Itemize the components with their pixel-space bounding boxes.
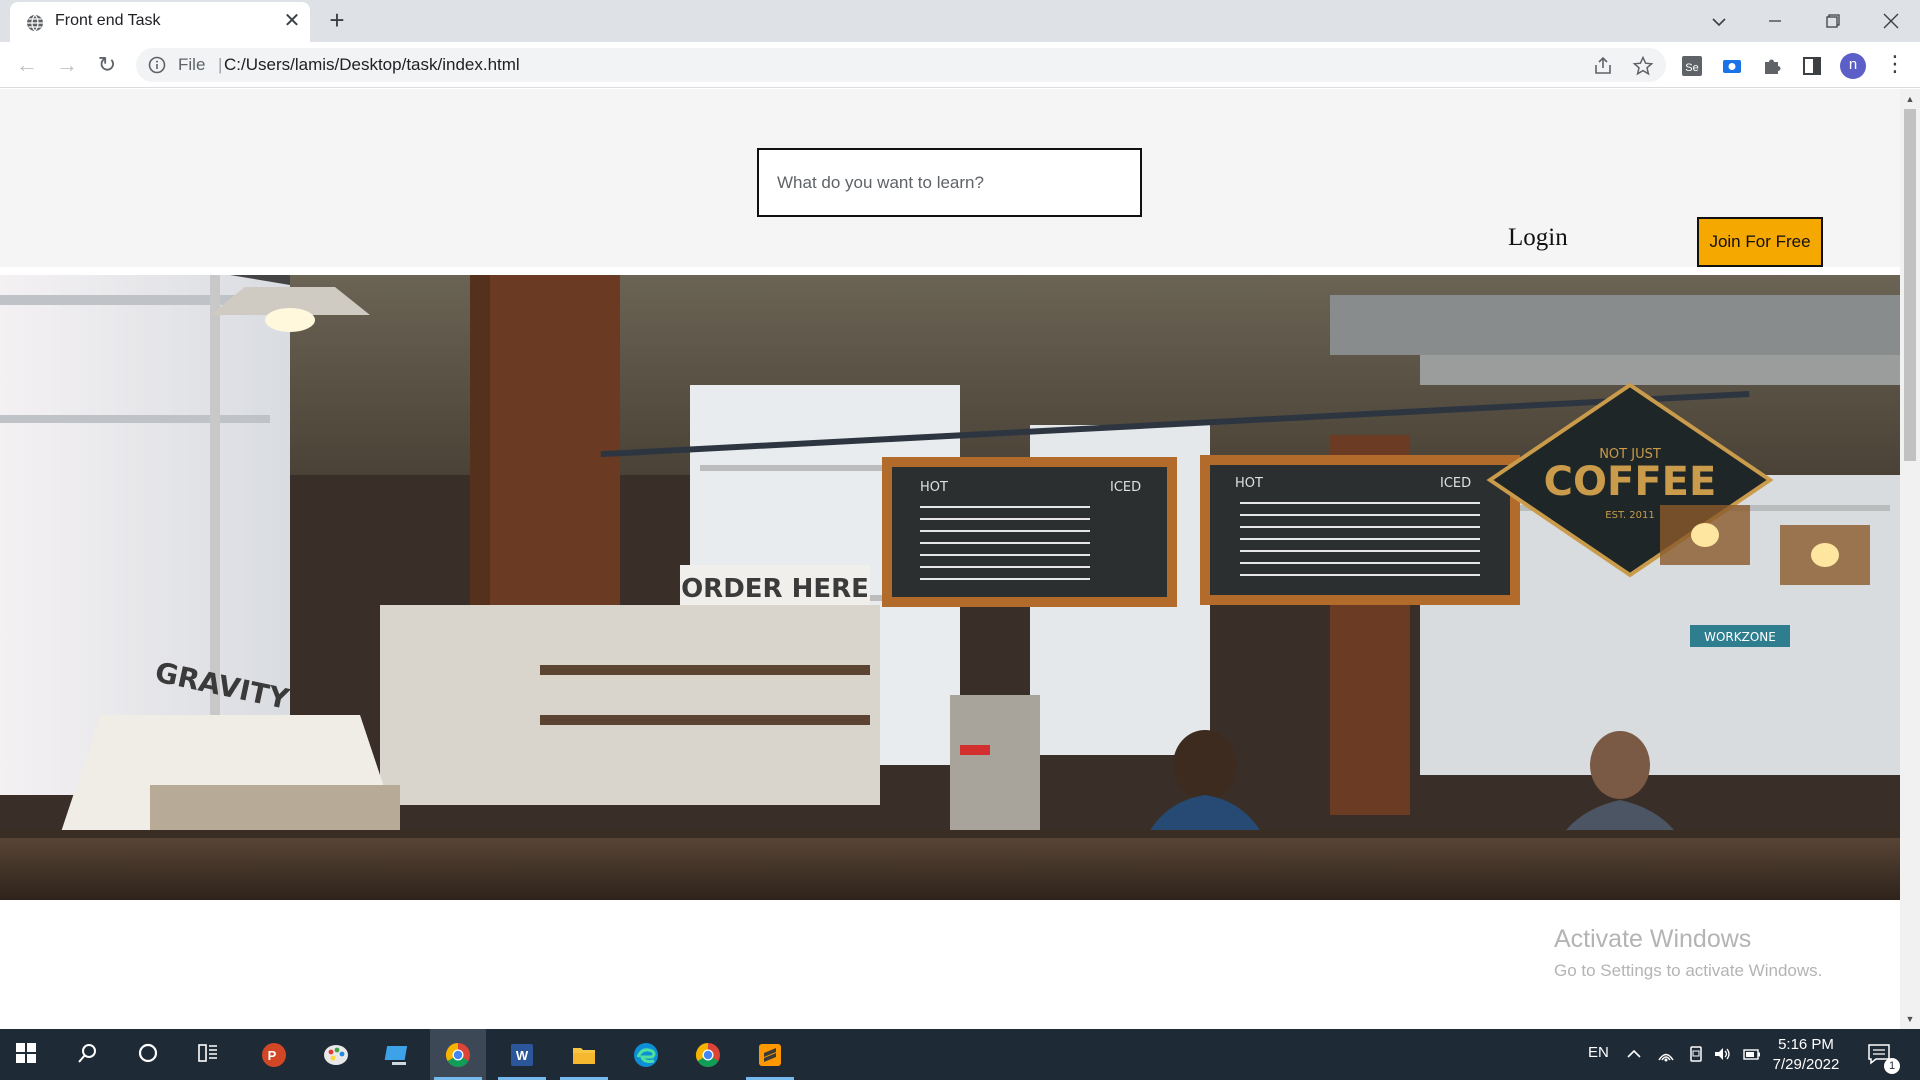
scroll-down-arrow[interactable]: ▼ [1900, 1011, 1920, 1027]
address-bar[interactable]: File | C:/Users/lamis/Desktop/task/index… [136, 48, 1666, 82]
screen-capture-extension-icon[interactable] [1720, 54, 1744, 78]
back-icon[interactable]: ← [12, 50, 42, 80]
brand-main-text: COFFEE [1544, 459, 1717, 505]
windows-taskbar: P W EN 5:16 PM 7/29/2022 1 [0, 1029, 1920, 1080]
restore-icon[interactable] [1810, 6, 1856, 36]
menu-hot-label-2: HOT [1235, 476, 1263, 491]
profile-initial: n [1848, 56, 1858, 73]
svg-text:W: W [516, 1048, 529, 1063]
bookmark-star-icon[interactable] [1632, 55, 1654, 77]
chrome-icon [695, 1043, 720, 1068]
menu-iced-label-2: ICED [1440, 476, 1471, 491]
tab-strip: Front end Task ✕ + [0, 0, 1920, 42]
scheme-label: File [178, 55, 206, 74]
monitor-app-icon [384, 1046, 408, 1065]
coffee-shop-photo: ORDER HERE HOT ICED HOT ICED NOT JUST CO… [0, 275, 1900, 900]
word-app[interactable]: W [494, 1029, 550, 1080]
login-link[interactable]: Login [1508, 224, 1568, 252]
tab-title: Front end Task [55, 12, 161, 29]
search-input[interactable] [777, 150, 1117, 215]
volume-icon[interactable] [1712, 1044, 1732, 1064]
workzone-sign: WORKZONE [1704, 630, 1776, 644]
paint-palette-icon [324, 1045, 348, 1065]
file-explorer-app[interactable] [556, 1029, 612, 1080]
svg-text:P: P [268, 1048, 277, 1063]
activate-windows-subtitle: Go to Settings to activate Windows. [1554, 961, 1823, 980]
tab-close-icon[interactable]: ✕ [282, 11, 302, 31]
cortana-button[interactable] [122, 1029, 178, 1080]
brand-est-text: EST. 2011 [1605, 510, 1654, 521]
desktop-app[interactable] [370, 1029, 426, 1080]
share-icon[interactable] [1592, 55, 1614, 77]
menu-kebab-icon[interactable]: ⋮ [1884, 51, 1906, 77]
chevron-up-icon[interactable] [1624, 1044, 1644, 1064]
extensions-puzzle-icon[interactable] [1760, 54, 1784, 78]
browser-tab[interactable]: Front end Task ✕ [10, 2, 310, 42]
side-panel-icon[interactable] [1800, 54, 1824, 78]
close-window-icon[interactable] [1868, 6, 1914, 36]
task-view-button[interactable] [182, 1029, 238, 1080]
scheme-separator: | [218, 55, 223, 74]
sublime-text-app[interactable] [742, 1029, 798, 1080]
folder-icon [573, 1048, 595, 1064]
activate-windows-title: Activate Windows [1554, 925, 1752, 953]
device-icon[interactable] [1686, 1044, 1706, 1064]
browser-toolbar: ← → ↻ File | C:/Users/lamis/Desktop/task… [0, 42, 1920, 88]
info-icon[interactable] [148, 56, 166, 74]
menu-hot-label-1: HOT [920, 480, 948, 495]
search-box[interactable] [757, 148, 1142, 217]
task-view-icon [198, 1044, 217, 1062]
minimize-icon[interactable] [1752, 6, 1798, 36]
selenium-extension-icon[interactable]: Se [1680, 54, 1704, 78]
order-here-sign: ORDER HERE [681, 574, 869, 604]
edge-app[interactable] [618, 1029, 674, 1080]
search-icon [78, 1044, 96, 1063]
cortana-circle-icon [138, 1043, 158, 1063]
menu-iced-label-1: ICED [1110, 480, 1141, 495]
word-icon: W [511, 1044, 533, 1066]
scroll-up-arrow[interactable]: ▲ [1900, 91, 1920, 107]
taskbar-search-button[interactable] [62, 1029, 118, 1080]
powerpoint-app[interactable]: P [246, 1029, 302, 1080]
clock-time[interactable]: 5:16 PM [1766, 1036, 1846, 1053]
site-header: Login Join For Free [0, 89, 1900, 267]
reload-icon[interactable]: ↻ [92, 50, 122, 80]
new-tab-icon[interactable]: + [324, 7, 350, 34]
page-viewport: Login Join For Free [0, 89, 1900, 1029]
forward-icon[interactable]: → [52, 50, 82, 80]
chrome-alt-app[interactable] [680, 1029, 736, 1080]
page-scrollbar[interactable]: ▲ ▼ [1900, 89, 1920, 1029]
language-indicator[interactable]: EN [1588, 1044, 1609, 1061]
svg-text:Se: Se [1685, 62, 1698, 74]
join-for-free-button[interactable]: Join For Free [1697, 217, 1823, 267]
powerpoint-icon: P [262, 1043, 286, 1067]
tab-search-chevron-icon[interactable] [1696, 6, 1742, 36]
chrome-app-active[interactable] [430, 1029, 486, 1080]
notification-count-badge: 1 [1884, 1058, 1900, 1074]
windows-logo-icon [16, 1043, 36, 1063]
sublime-text-icon [759, 1044, 781, 1066]
globe-icon [27, 14, 43, 32]
edge-icon [634, 1043, 658, 1067]
url-text[interactable]: C:/Users/lamis/Desktop/task/index.html [224, 55, 520, 75]
wifi-icon[interactable] [1656, 1044, 1676, 1064]
clock-date[interactable]: 7/29/2022 [1766, 1056, 1846, 1073]
battery-icon[interactable] [1742, 1044, 1762, 1064]
hero-image: ORDER HERE HOT ICED HOT ICED NOT JUST CO… [0, 275, 1900, 900]
start-button[interactable] [0, 1029, 56, 1080]
chrome-icon [445, 1043, 470, 1068]
scroll-thumb[interactable] [1904, 109, 1916, 461]
paint-app[interactable] [308, 1029, 364, 1080]
